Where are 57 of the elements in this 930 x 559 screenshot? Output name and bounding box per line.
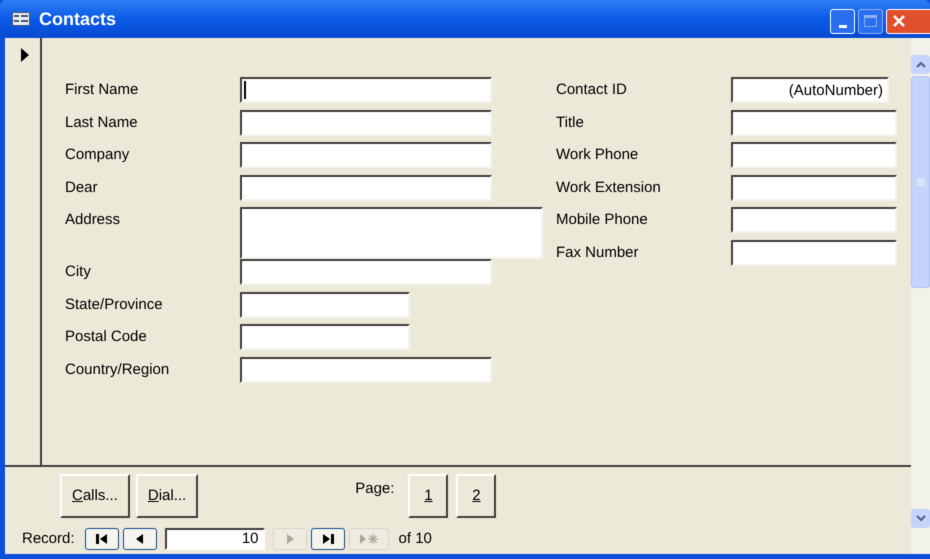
new-record-icon	[358, 533, 380, 545]
command-button[interactable]: Calls...	[60, 474, 130, 518]
field-label: Dear	[65, 178, 99, 198]
vertical-scrollbar[interactable]	[911, 38, 930, 554]
close-button[interactable]	[886, 8, 930, 34]
first-record-icon	[94, 533, 110, 545]
field-label: City	[65, 262, 92, 282]
navigation-button[interactable]	[122, 528, 157, 550]
command-button[interactable]: Dial...	[136, 474, 198, 518]
field-value: (AutoNumber)	[788, 82, 883, 98]
text-field[interactable]	[240, 110, 492, 136]
field-label: First Name	[65, 80, 140, 100]
text-field[interactable]	[731, 110, 897, 136]
record-label: Record:	[22, 528, 75, 549]
text-field[interactable]	[240, 356, 492, 382]
page-button[interactable]: 1	[408, 474, 448, 518]
grip-icon	[916, 178, 924, 186]
text-field[interactable]	[731, 142, 897, 168]
field-label: Mobile Phone	[556, 210, 649, 230]
text-field[interactable]	[731, 207, 897, 233]
window-title: Contacts	[39, 8, 116, 30]
minimize-button[interactable]	[830, 8, 855, 34]
text-field[interactable]	[240, 292, 410, 318]
current-record-icon	[20, 48, 30, 62]
field-label: Last Name	[65, 112, 139, 132]
field-label: Fax Number	[556, 242, 640, 262]
field-label: Address	[65, 210, 122, 230]
text-field[interactable]	[240, 142, 492, 168]
field-label: Country/Region	[65, 360, 170, 380]
record-count: of 10	[398, 528, 432, 549]
field-label: Postal Code	[65, 327, 148, 347]
text-field[interactable]	[731, 240, 897, 266]
scroll-down-button[interactable]	[911, 509, 930, 528]
text-field[interactable]	[240, 77, 492, 103]
record-number-field[interactable]: 10	[164, 528, 265, 550]
navigation-button[interactable]	[84, 528, 119, 550]
text-field[interactable]	[240, 324, 410, 350]
field-label: Title	[556, 112, 585, 132]
text-field[interactable]	[240, 259, 492, 285]
field-label: Work Extension	[556, 178, 662, 198]
close-icon	[892, 14, 906, 28]
maximize-icon	[864, 15, 877, 27]
field-label: Contact ID	[556, 80, 628, 100]
scroll-up-button[interactable]	[911, 55, 930, 74]
scroll-thumb[interactable]	[911, 76, 930, 288]
navigation-button[interactable]	[310, 528, 345, 550]
text-field[interactable]	[240, 174, 492, 200]
form-icon	[12, 12, 30, 26]
page-button[interactable]: 2	[456, 474, 496, 518]
text-field[interactable]: (AutoNumber)	[731, 77, 889, 103]
field-label: State/Province	[65, 294, 164, 314]
text-field[interactable]	[731, 174, 897, 200]
field-label: Work Phone	[556, 145, 640, 165]
text-field[interactable]	[240, 207, 543, 259]
minimize-icon	[838, 24, 846, 28]
page-label: Page:	[355, 479, 394, 499]
field-label: Company	[65, 145, 130, 165]
